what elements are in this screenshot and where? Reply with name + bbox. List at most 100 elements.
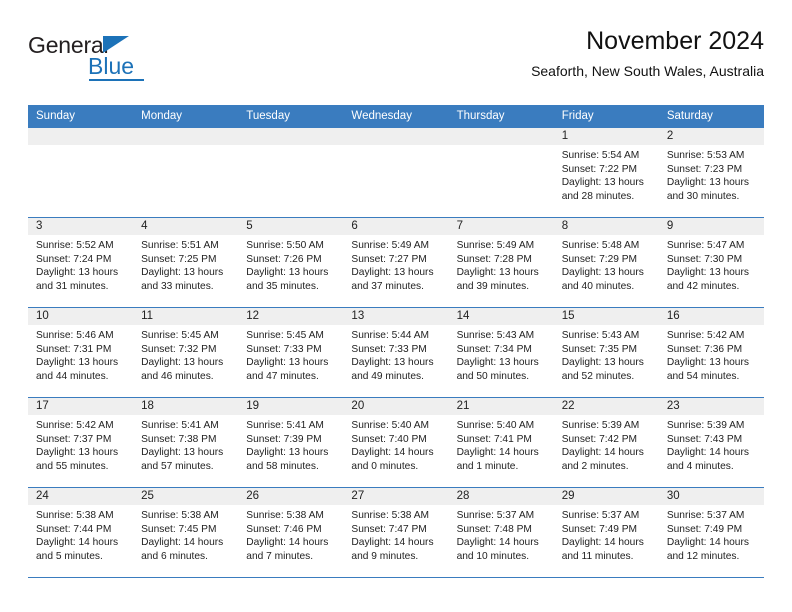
- daylight-text: Daylight: 14 hours and 0 minutes.: [351, 447, 434, 472]
- calendar-day-cell[interactable]: 26 Sunrise: 5:38 AM Sunset: 7:46 PM Dayligh…: [238, 487, 344, 578]
- daylight-text: Daylight: 13 hours and 40 minutes.: [561, 267, 644, 292]
- brand-name-bottom: Blue: [88, 53, 135, 79]
- daylight-text: Daylight: 14 hours and 5 minutes.: [36, 537, 119, 562]
- brand-underline: [89, 79, 144, 81]
- day-cell-inner: 1 Sunrise: 5:54 AM Sunset: 7:22 PM Daylight…: [553, 128, 659, 217]
- day-number: 4: [133, 218, 239, 235]
- calendar-day-cell[interactable]: 10 Sunrise: 5:46 AM Sunset: 7:31 PM Dayligh…: [28, 307, 134, 398]
- sunset-text: Sunset: 7:47 PM: [351, 523, 427, 535]
- day-cell-inner: 16 Sunrise: 5:42 AM Sunset: 7:36 PM Dayligh…: [658, 308, 764, 397]
- calendar-day-cell[interactable]: 18 Sunrise: 5:41 AM Sunset: 7:38 PM Dayligh…: [133, 397, 239, 488]
- sunrise-text: Sunrise: 5:40 AM: [351, 420, 430, 431]
- day-cell-inner: 7 Sunrise: 5:49 AM Sunset: 7:28 PM Daylight…: [448, 218, 554, 307]
- day-cell-details: Sunrise: 5:40 AM Sunset: 7:40 PM Daylight:…: [343, 415, 448, 473]
- calendar-day-cell: [133, 127, 239, 218]
- calendar-day-cell[interactable]: 20 Sunrise: 5:40 AM Sunset: 7:40 PM Dayligh…: [343, 397, 449, 488]
- sunrise-text: Sunrise: 5:45 AM: [141, 330, 219, 341]
- calendar-day-cell[interactable]: 3 Sunrise: 5:52 AM Sunset: 7:24 PM Daylight…: [28, 217, 134, 308]
- brand-logo[interactable]: General Blue: [28, 32, 248, 88]
- calendar-day-cell[interactable]: 17 Sunrise: 5:42 AM Sunset: 7:37 PM Dayligh…: [28, 397, 134, 488]
- sunrise-text: Sunrise: 5:47 AM: [666, 240, 745, 251]
- sunset-text: Sunset: 7:40 PM: [351, 433, 427, 445]
- calendar-day-cell[interactable]: 27 Sunrise: 5:38 AM Sunset: 7:47 PM Dayligh…: [343, 487, 449, 578]
- day-cell-details: Sunrise: 5:37 AM Sunset: 7:48 PM Daylight:…: [449, 505, 554, 563]
- day-number: 23: [658, 398, 764, 415]
- day-cell-inner: 5 Sunrise: 5:50 AM Sunset: 7:26 PM Daylight…: [238, 218, 344, 307]
- day-cell-inner: 27 Sunrise: 5:38 AM Sunset: 7:47 PM Dayligh…: [343, 488, 449, 577]
- daylight-text: Daylight: 14 hours and 6 minutes.: [141, 537, 224, 562]
- day-cell-inner: 21 Sunrise: 5:40 AM Sunset: 7:41 PM Dayligh…: [448, 398, 554, 487]
- sunset-text: Sunset: 7:37 PM: [36, 433, 112, 445]
- calendar-day-cell[interactable]: 21 Sunrise: 5:40 AM Sunset: 7:41 PM Dayligh…: [448, 397, 554, 488]
- sunset-text: Sunset: 7:46 PM: [246, 523, 322, 535]
- day-cell-inner: 6 Sunrise: 5:49 AM Sunset: 7:27 PM Daylight…: [343, 218, 449, 307]
- calendar-day-cell[interactable]: 4 Sunrise: 5:51 AM Sunset: 7:25 PM Daylight…: [133, 217, 239, 308]
- calendar-week-row: 17 Sunrise: 5:42 AM Sunset: 7:37 PM Dayligh…: [28, 397, 764, 488]
- day-cell-inner: [448, 128, 554, 217]
- calendar-day-cell[interactable]: 25 Sunrise: 5:38 AM Sunset: 7:45 PM Dayligh…: [133, 487, 239, 578]
- daylight-text: Daylight: 13 hours and 49 minutes.: [351, 357, 434, 382]
- day-cell-details: Sunrise: 5:38 AM Sunset: 7:47 PM Daylight:…: [343, 505, 448, 563]
- sunset-text: Sunset: 7:34 PM: [456, 343, 532, 355]
- daylight-text: Daylight: 13 hours and 58 minutes.: [246, 447, 329, 472]
- sunset-text: Sunset: 7:35 PM: [561, 343, 638, 355]
- day-cell-inner: 13 Sunrise: 5:44 AM Sunset: 7:33 PM Dayligh…: [343, 308, 449, 397]
- sunrise-text: Sunrise: 5:37 AM: [456, 510, 535, 521]
- sunrise-text: Sunrise: 5:39 AM: [666, 420, 745, 431]
- calendar-day-cell[interactable]: 11 Sunrise: 5:45 AM Sunset: 7:32 PM Dayligh…: [133, 307, 239, 398]
- day-number: [448, 128, 554, 145]
- sunrise-text: Sunrise: 5:48 AM: [561, 240, 640, 251]
- sunrise-text: Sunrise: 5:54 AM: [561, 150, 640, 161]
- day-cell-details: Sunrise: 5:42 AM Sunset: 7:36 PM Daylight:…: [659, 325, 764, 383]
- calendar-day-cell[interactable]: 14 Sunrise: 5:43 AM Sunset: 7:34 PM Dayligh…: [448, 307, 554, 398]
- daylight-text: Daylight: 14 hours and 9 minutes.: [351, 537, 434, 562]
- day-number: 30: [658, 488, 764, 505]
- calendar-day-cell[interactable]: 16 Sunrise: 5:42 AM Sunset: 7:36 PM Dayligh…: [658, 307, 764, 398]
- day-cell-inner: [238, 128, 344, 217]
- calendar-day-cell[interactable]: 5 Sunrise: 5:50 AM Sunset: 7:26 PM Daylight…: [238, 217, 344, 308]
- calendar-day-cell[interactable]: 23 Sunrise: 5:39 AM Sunset: 7:43 PM Dayligh…: [658, 397, 764, 488]
- calendar-day-cell[interactable]: 1 Sunrise: 5:54 AM Sunset: 7:22 PM Daylight…: [553, 127, 659, 218]
- sunset-text: Sunset: 7:48 PM: [456, 523, 532, 535]
- calendar-week-row: 1 Sunrise: 5:54 AM Sunset: 7:22 PM Daylight…: [28, 127, 764, 218]
- calendar-day-cell[interactable]: 9 Sunrise: 5:47 AM Sunset: 7:30 PM Daylight…: [658, 217, 764, 308]
- calendar-day-cell[interactable]: 8 Sunrise: 5:48 AM Sunset: 7:29 PM Daylight…: [553, 217, 659, 308]
- weekday-header-row: Sunday Monday Tuesday Wednesday Thursday…: [28, 105, 764, 128]
- calendar-day-cell[interactable]: 6 Sunrise: 5:49 AM Sunset: 7:27 PM Daylight…: [343, 217, 449, 308]
- sunset-text: Sunset: 7:39 PM: [246, 433, 322, 445]
- calendar-body: 1 Sunrise: 5:54 AM Sunset: 7:22 PM Daylight…: [28, 127, 764, 578]
- weekday-header-friday: Friday: [553, 105, 659, 128]
- sunset-text: Sunset: 7:45 PM: [141, 523, 217, 535]
- sunset-text: Sunset: 7:24 PM: [36, 253, 112, 265]
- day-number: 13: [343, 308, 449, 325]
- day-cell-details: Sunrise: 5:54 AM Sunset: 7:22 PM Daylight:…: [554, 145, 659, 203]
- day-cell-details: Sunrise: 5:45 AM Sunset: 7:32 PM Daylight:…: [133, 325, 238, 383]
- calendar-day-cell[interactable]: 12 Sunrise: 5:45 AM Sunset: 7:33 PM Dayligh…: [238, 307, 344, 398]
- sunset-text: Sunset: 7:29 PM: [561, 253, 638, 265]
- day-number: 21: [448, 398, 554, 415]
- day-number: 11: [133, 308, 239, 325]
- calendar-day-cell[interactable]: 24 Sunrise: 5:38 AM Sunset: 7:44 PM Dayligh…: [28, 487, 134, 578]
- calendar-day-cell[interactable]: 2 Sunrise: 5:53 AM Sunset: 7:23 PM Daylight…: [658, 127, 764, 218]
- calendar-day-cell[interactable]: 22 Sunrise: 5:39 AM Sunset: 7:42 PM Dayligh…: [553, 397, 659, 488]
- daylight-text: Daylight: 13 hours and 55 minutes.: [36, 447, 119, 472]
- day-cell-details: Sunrise: 5:42 AM Sunset: 7:37 PM Daylight:…: [28, 415, 133, 473]
- calendar-day-cell[interactable]: 7 Sunrise: 5:49 AM Sunset: 7:28 PM Daylight…: [448, 217, 554, 308]
- calendar-day-cell: [343, 127, 449, 218]
- calendar-day-cell[interactable]: 28 Sunrise: 5:37 AM Sunset: 7:48 PM Dayligh…: [448, 487, 554, 578]
- calendar-day-cell[interactable]: 29 Sunrise: 5:37 AM Sunset: 7:49 PM Dayligh…: [553, 487, 659, 578]
- calendar-day-cell[interactable]: 19 Sunrise: 5:41 AM Sunset: 7:39 PM Dayligh…: [238, 397, 344, 488]
- calendar-day-cell[interactable]: 13 Sunrise: 5:44 AM Sunset: 7:33 PM Dayligh…: [343, 307, 449, 398]
- page-subtitle: Seaforth, New South Wales, Australia: [531, 63, 764, 79]
- title-block: November 2024 Seaforth, New South Wales,…: [531, 26, 764, 80]
- day-cell-details: Sunrise: 5:39 AM Sunset: 7:42 PM Daylight:…: [554, 415, 659, 473]
- calendar-day-cell[interactable]: 15 Sunrise: 5:43 AM Sunset: 7:35 PM Dayligh…: [553, 307, 659, 398]
- day-cell-inner: 19 Sunrise: 5:41 AM Sunset: 7:39 PM Dayligh…: [238, 398, 344, 487]
- calendar-day-cell[interactable]: 30 Sunrise: 5:37 AM Sunset: 7:49 PM Dayligh…: [658, 487, 764, 578]
- sunset-text: Sunset: 7:49 PM: [666, 523, 743, 535]
- day-cell-inner: 3 Sunrise: 5:52 AM Sunset: 7:24 PM Daylight…: [28, 218, 134, 307]
- daylight-text: Daylight: 13 hours and 47 minutes.: [246, 357, 329, 382]
- day-number: 10: [28, 308, 134, 325]
- sunset-text: Sunset: 7:41 PM: [456, 433, 532, 445]
- sunset-text: Sunset: 7:32 PM: [141, 343, 217, 355]
